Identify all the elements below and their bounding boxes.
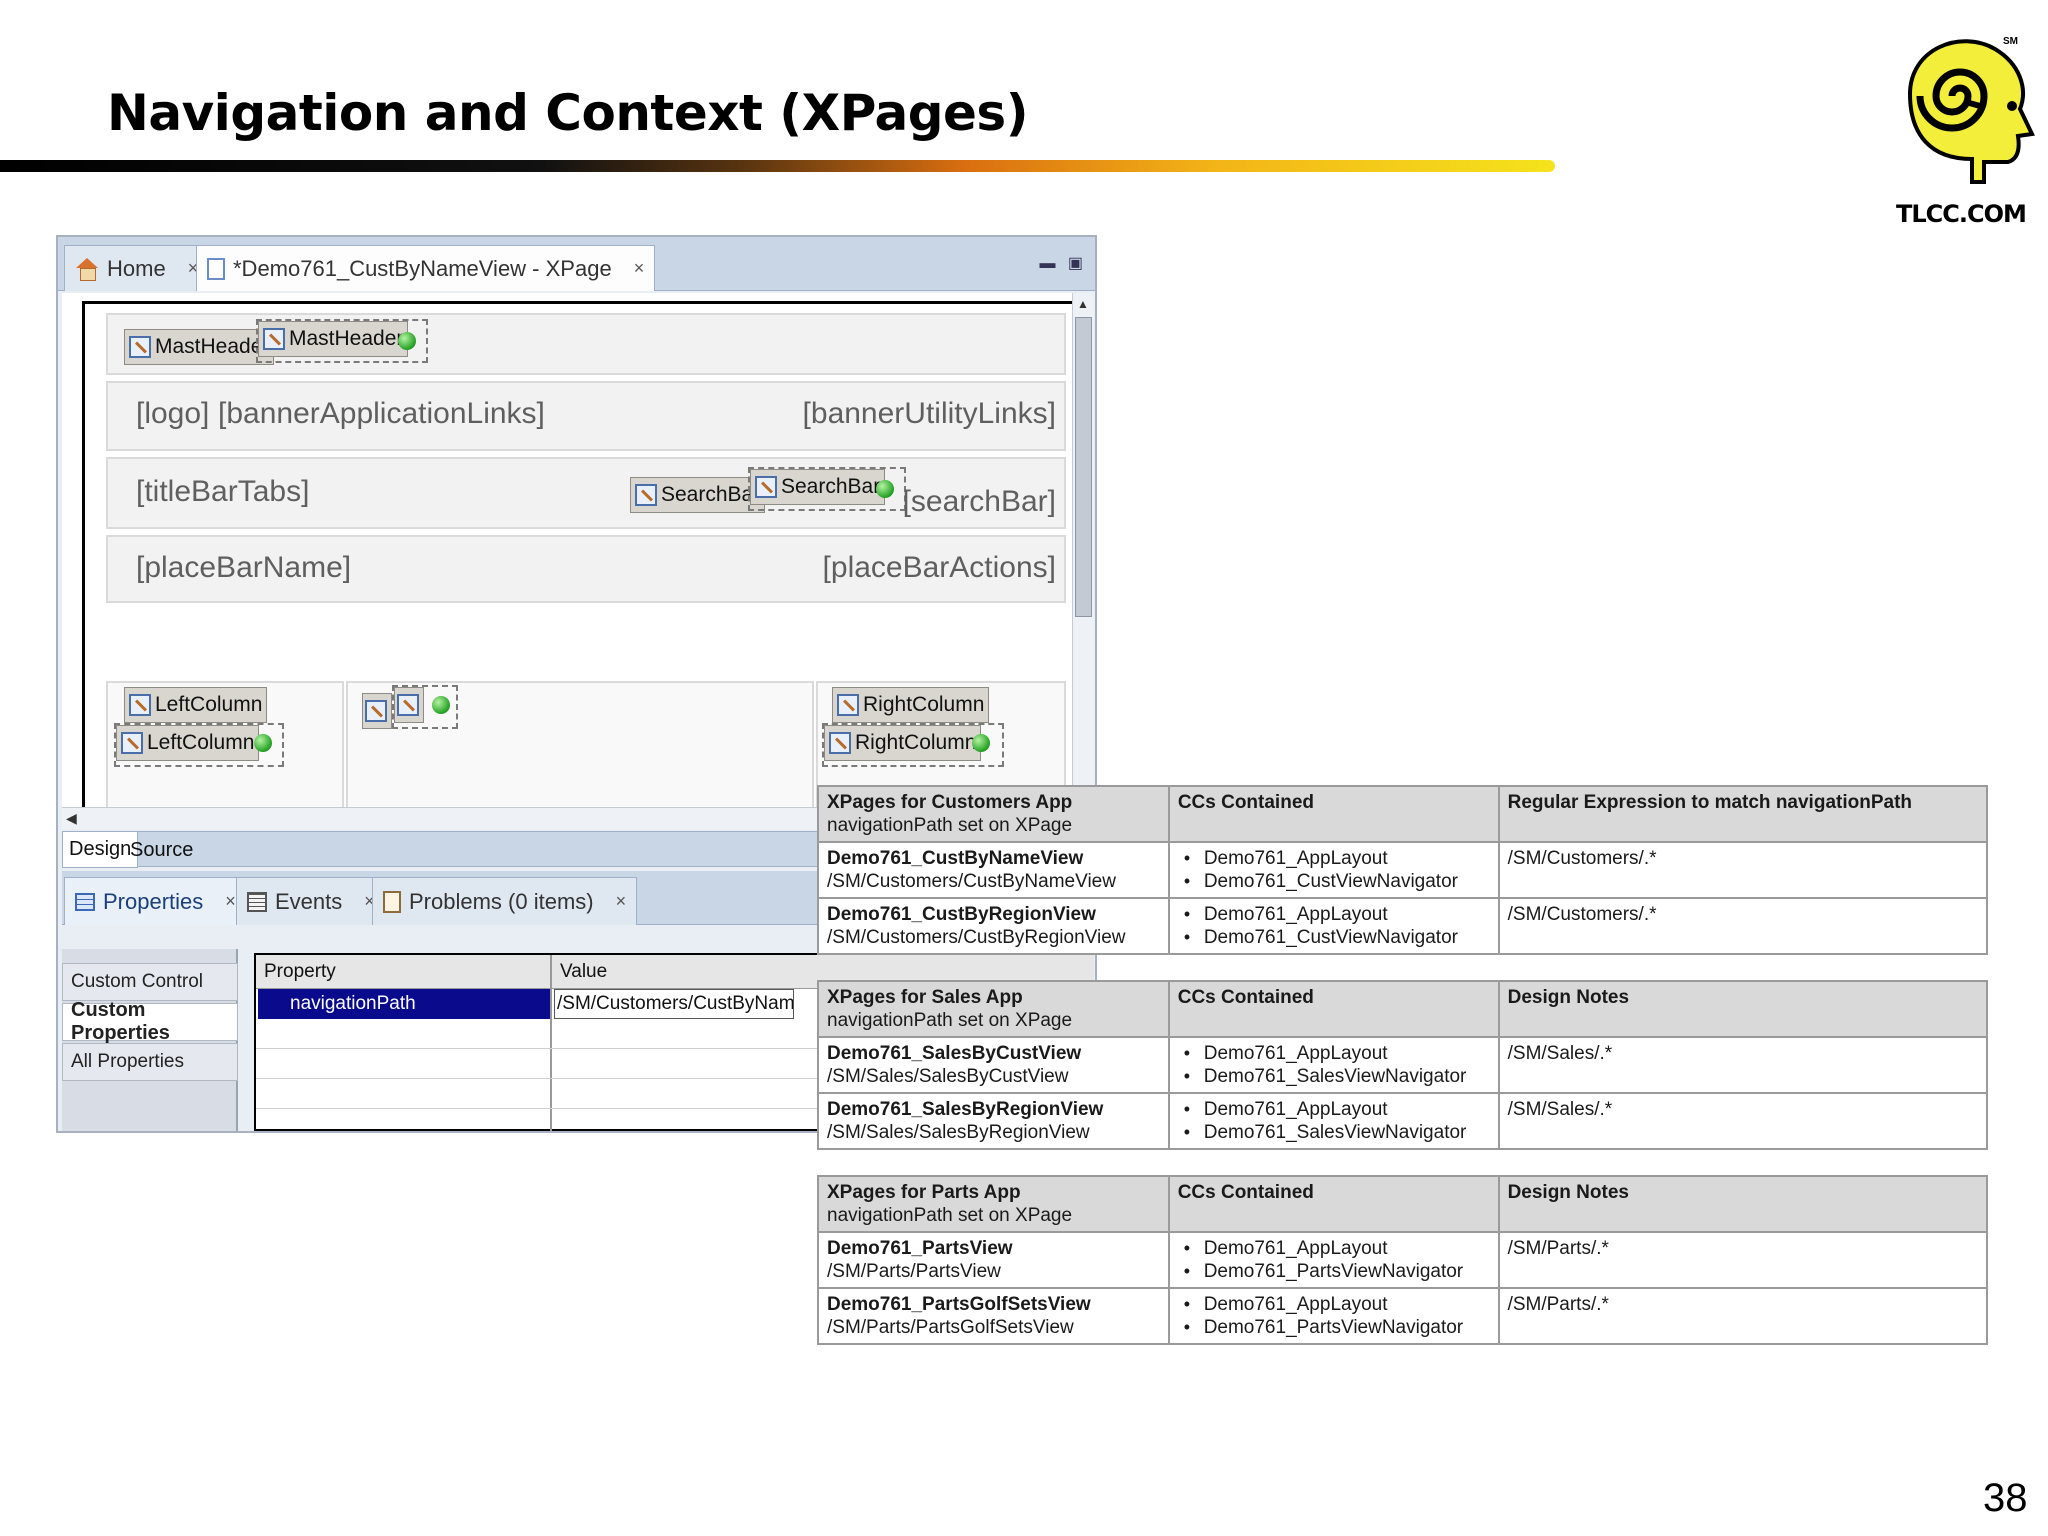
scroll-thumb[interactable] [1075, 317, 1092, 617]
rightcolumn-control[interactable]: RightColumn [824, 725, 982, 761]
tab-problems[interactable]: Problems (0 items) × [372, 877, 638, 925]
xpage-icon [207, 257, 225, 280]
table-header-ccs: CCs Contained [1167, 1175, 1500, 1233]
status-green-icon [432, 696, 450, 714]
close-icon[interactable]: × [225, 891, 236, 912]
status-green-icon [972, 734, 990, 752]
status-green-icon [398, 332, 416, 350]
property-value-input[interactable]: /SM/Customers/CustByNameView [554, 989, 794, 1019]
customers-app-table: XPages for Customers App navigationPath … [817, 785, 1989, 955]
scroll-left-icon[interactable]: ◀ [66, 810, 77, 827]
logo-placeholder: [logo] [136, 397, 210, 430]
tab-source[interactable]: Source [124, 832, 199, 868]
parts-app-table: XPages for Parts App navigationPath set … [817, 1175, 1989, 1345]
events-icon [247, 891, 267, 912]
logo-text: TLCC.COM [1896, 200, 2027, 228]
custom-control-icon [635, 484, 657, 506]
placebar-band: [placeBarName] [placeBarActions] [106, 535, 1066, 603]
page-number: 38 [1983, 1476, 2028, 1520]
problems-icon [383, 890, 401, 913]
table-row: Demo761_PartsView/SM/Parts/PartsView Dem… [817, 1231, 1989, 1289]
table-header-regex: Regular Expression to match navigationPa… [1497, 785, 1989, 843]
banner-band: [logo] [bannerApplicationLinks] [bannerU… [106, 381, 1066, 451]
custom-control-icon [129, 336, 151, 358]
custom-control-icon [837, 694, 859, 716]
side-nav-custom-properties[interactable]: Custom Properties [62, 999, 238, 1044]
slide: Navigation and Context (XPages) SM TLCC.… [0, 0, 2048, 1536]
banner-app-links-placeholder: [bannerApplicationLinks] [218, 397, 545, 430]
tab-home-label: Home [107, 255, 166, 281]
mastheader-control-ref[interactable]: MastHeader [124, 329, 275, 365]
title-underline [0, 160, 1555, 172]
tab-xpage-label: *Demo761_CustByNameView - XPage [233, 255, 612, 281]
property-name-navigationpath[interactable]: navigationPath [258, 989, 550, 1019]
scroll-up-icon[interactable]: ▲ [1077, 297, 1089, 311]
banner-utility-links-placeholder: [bannerUtilityLinks] [802, 397, 1056, 430]
table-header-xpages: XPages for Customers App navigationPath … [817, 785, 1170, 843]
col-header-value: Value [560, 961, 608, 982]
content-control-ref[interactable] [362, 693, 392, 729]
col-header-property: Property [264, 961, 336, 982]
searchbar-control[interactable]: SearchBar [750, 469, 886, 505]
custom-control-icon [365, 700, 387, 722]
logo-service-mark: SM [2003, 36, 2018, 47]
slide-title: Navigation and Context (XPages) [107, 84, 1029, 142]
content-area [346, 681, 814, 811]
content-control[interactable] [394, 687, 424, 723]
status-green-icon [254, 734, 272, 752]
table-row: Demo761_PartsGolfSetsView/SM/Parts/Parts… [817, 1287, 1989, 1345]
left-column-area: LeftColumn LeftColumn [106, 681, 344, 811]
close-icon[interactable]: × [616, 891, 627, 912]
tab-events[interactable]: Events × [236, 877, 386, 925]
properties-side-nav: Custom Control Custom Properties All Pro… [62, 949, 238, 1131]
tab-home[interactable]: Home × [64, 245, 210, 291]
properties-grid-icon [75, 892, 95, 911]
status-green-icon [876, 480, 894, 498]
place-bar-actions-placeholder: [placeBarActions] [822, 551, 1056, 584]
tab-properties[interactable]: Properties × [64, 877, 247, 925]
custom-control-icon [397, 694, 419, 716]
table-header-design-notes: Design Notes [1497, 1175, 1989, 1233]
mastheader-band: MastHeader MastHeader [106, 313, 1066, 375]
mastheader-control[interactable]: MastHeader [258, 321, 409, 357]
table-header-xpages: XPages for Sales App navigationPath set … [817, 980, 1170, 1038]
place-bar-name-placeholder: [placeBarName] [136, 551, 352, 584]
leftcolumn-control[interactable]: LeftColumn [116, 725, 260, 761]
search-bar-placeholder: [searchBar] [902, 485, 1056, 518]
table-header-ccs: CCs Contained [1167, 980, 1500, 1038]
rightcolumn-control-ref[interactable]: RightColumn [832, 687, 990, 723]
side-nav-custom-control[interactable]: Custom Control [62, 963, 238, 1001]
tab-xpage[interactable]: *Demo761_CustByNameView - XPage × [196, 245, 656, 291]
table-header-ccs: CCs Contained [1167, 785, 1500, 843]
home-icon [75, 257, 99, 281]
custom-control-icon [263, 328, 285, 350]
editor-tab-bar: Home × *Demo761_CustByNameView - XPage ×… [58, 237, 1095, 291]
close-icon[interactable]: × [634, 258, 645, 279]
table-row: Demo761_CustByRegionView/SM/Customers/Cu… [817, 897, 1989, 955]
design-canvas[interactable]: MastHeader MastHeader [logo] [bannerAppl… [62, 293, 1082, 811]
table-row: Demo761_SalesByCustView/SM/Sales/SalesBy… [817, 1036, 1989, 1094]
side-nav-all-properties[interactable]: All Properties [62, 1043, 238, 1081]
searchbar-control-ref[interactable]: SearchBar [630, 477, 766, 513]
custom-control-icon [755, 476, 777, 498]
vertical-scrollbar[interactable]: ▲ [1072, 293, 1094, 807]
leftcolumn-control-ref[interactable]: LeftColumn [124, 687, 268, 723]
window-controls[interactable]: ▬ ▣ [1039, 253, 1087, 273]
table-row: Demo761_CustByNameView/SM/Customers/Cust… [817, 841, 1989, 899]
titlebar-band: [titleBarTabs] SearchBar SearchBar [sear… [106, 457, 1066, 529]
table-row: Demo761_SalesByRegionView/SM/Sales/Sales… [817, 1092, 1989, 1150]
custom-control-icon [121, 732, 143, 754]
custom-control-icon [129, 694, 151, 716]
sales-app-table: XPages for Sales App navigationPath set … [817, 980, 1989, 1150]
custom-control-icon [829, 732, 851, 754]
title-bar-tabs-placeholder: [titleBarTabs] [136, 475, 310, 508]
table-header-xpages: XPages for Parts App navigationPath set … [817, 1175, 1170, 1233]
table-header-design-notes: Design Notes [1497, 980, 1989, 1038]
